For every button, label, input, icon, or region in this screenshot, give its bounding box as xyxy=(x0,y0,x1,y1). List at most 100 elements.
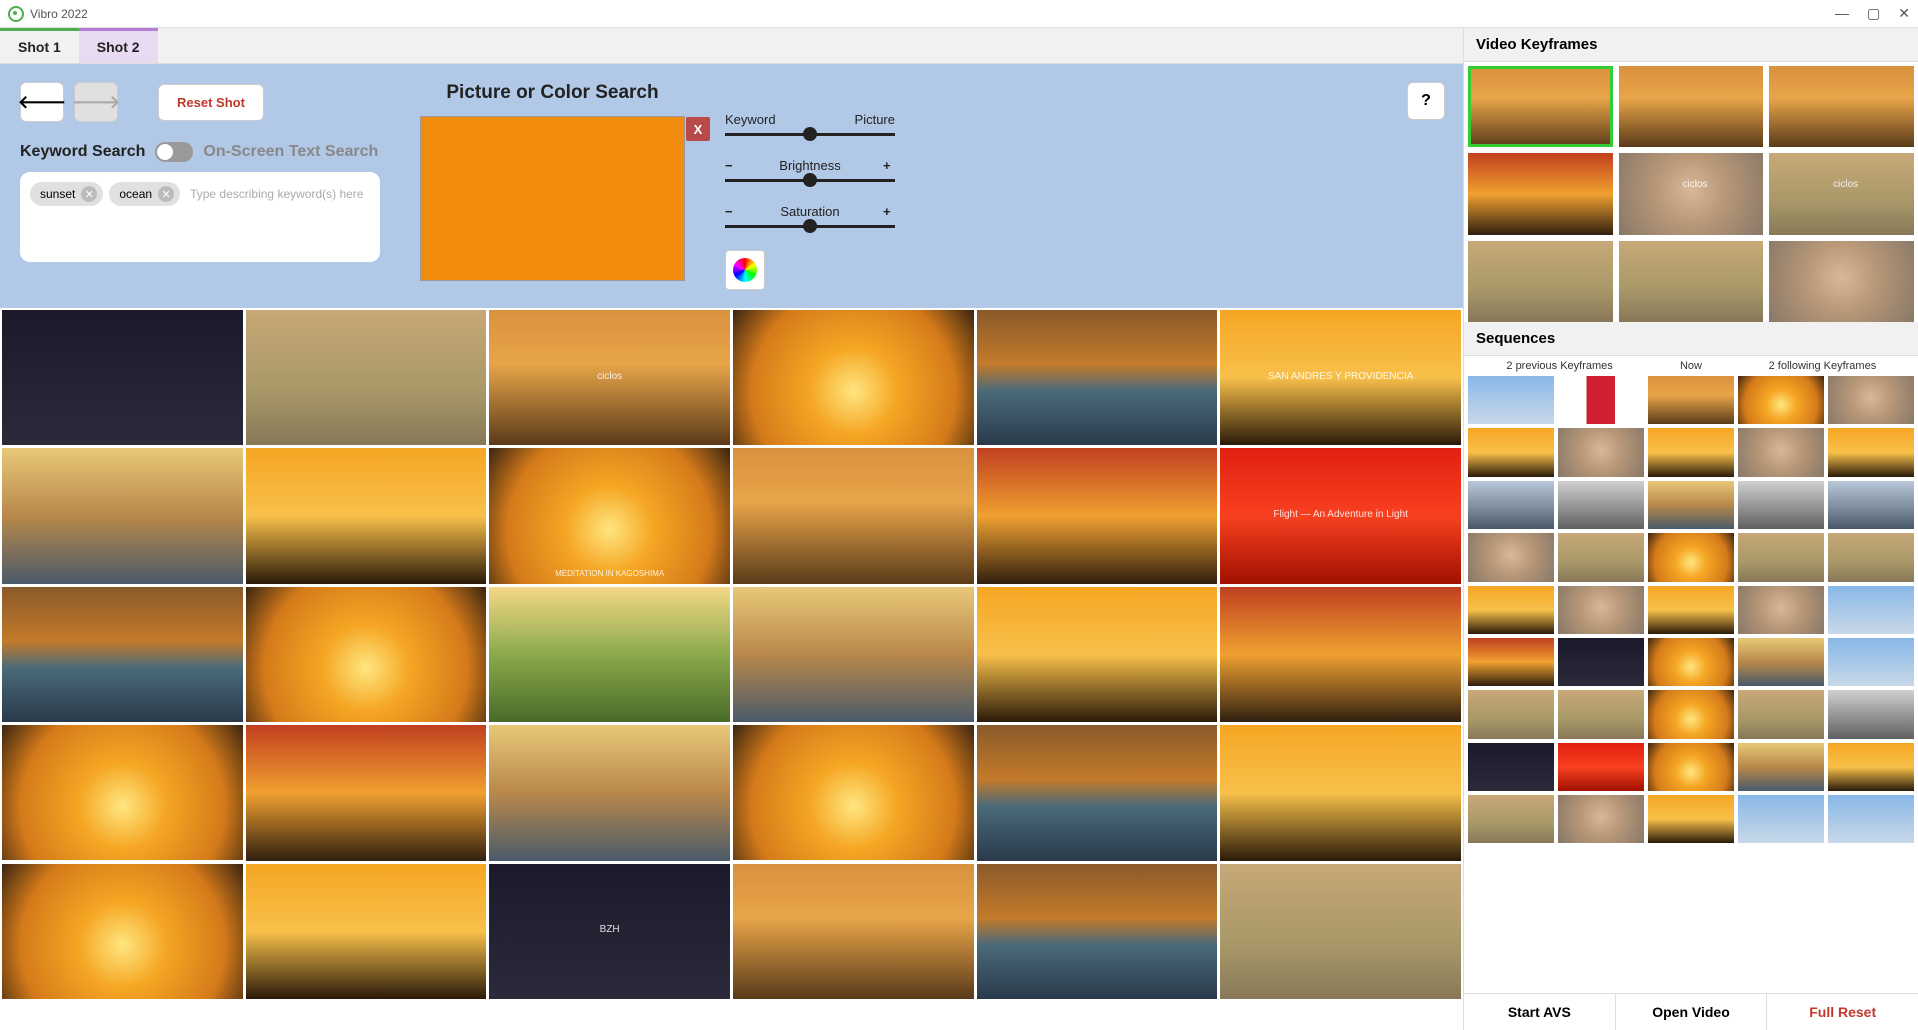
keyword-input[interactable]: sunset ✕ ocean ✕ Type describing keyword… xyxy=(20,172,380,262)
search-mode-toggle[interactable] xyxy=(155,142,193,162)
result-thumb[interactable] xyxy=(2,587,243,722)
sequence-thumb[interactable] xyxy=(1558,481,1644,529)
sequence-thumb[interactable] xyxy=(1828,638,1914,686)
sequence-thumb[interactable] xyxy=(1558,376,1644,424)
keyframe-thumb[interactable]: ciclos xyxy=(1619,66,1764,147)
result-thumb[interactable] xyxy=(2,725,243,860)
sequence-thumb[interactable] xyxy=(1738,428,1824,476)
sequence-thumb[interactable] xyxy=(1468,481,1554,529)
result-thumb[interactable] xyxy=(977,725,1218,860)
sequence-thumb[interactable] xyxy=(1738,795,1824,843)
tag-remove-icon[interactable]: ✕ xyxy=(81,186,97,202)
results-scroll[interactable]: ciclos SAN ANDRES Y PROVIDENCIA MEDITATION… xyxy=(0,308,1463,1030)
sequence-thumb[interactable] xyxy=(1468,586,1554,634)
sequence-thumb[interactable] xyxy=(1738,638,1824,686)
result-thumb[interactable] xyxy=(489,587,730,722)
tab-shot-1[interactable]: Shot 1 xyxy=(0,28,79,63)
result-thumb[interactable] xyxy=(2,310,243,445)
result-thumb[interactable] xyxy=(733,725,974,860)
sequence-thumb[interactable] xyxy=(1558,743,1644,791)
result-thumb[interactable]: ciclos xyxy=(489,310,730,445)
slider-keyword-picture[interactable]: Keyword Picture xyxy=(725,112,895,136)
keyframe-thumb[interactable] xyxy=(1468,241,1613,322)
sequence-thumb[interactable] xyxy=(1738,690,1824,738)
start-avs-button[interactable]: Start AVS xyxy=(1464,994,1616,1030)
sequence-thumb[interactable] xyxy=(1738,586,1824,634)
result-thumb[interactable] xyxy=(1220,725,1461,860)
sequence-thumb[interactable] xyxy=(1558,795,1644,843)
result-thumb[interactable] xyxy=(733,864,974,999)
sequence-thumb[interactable] xyxy=(1468,795,1554,843)
sequence-thumb[interactable] xyxy=(1648,533,1734,581)
sequence-thumb[interactable] xyxy=(1648,428,1734,476)
sequence-thumb[interactable] xyxy=(1828,795,1914,843)
keyframe-thumb[interactable] xyxy=(1468,153,1613,234)
result-thumb[interactable] xyxy=(2,864,243,999)
sequence-thumb[interactable] xyxy=(1468,743,1554,791)
keyframe-thumb[interactable]: ciclos xyxy=(1468,66,1613,147)
result-thumb[interactable] xyxy=(489,725,730,860)
result-thumb[interactable] xyxy=(2,448,243,583)
keyframes-scroll[interactable]: ciclosciclos xyxy=(1464,62,1918,322)
sequence-thumb[interactable] xyxy=(1828,586,1914,634)
sequence-thumb[interactable] xyxy=(1738,743,1824,791)
keyframe-thumb[interactable] xyxy=(1769,241,1914,322)
sequence-thumb[interactable] xyxy=(1828,743,1914,791)
swatch-close-button[interactable]: X xyxy=(686,117,710,141)
result-thumb[interactable] xyxy=(977,310,1218,445)
sequence-thumb[interactable] xyxy=(1468,638,1554,686)
result-thumb[interactable] xyxy=(246,587,487,722)
result-thumb[interactable] xyxy=(977,448,1218,583)
color-picker-button[interactable] xyxy=(725,250,765,290)
keyframe-thumb[interactable] xyxy=(1619,241,1764,322)
keyframe-thumb[interactable] xyxy=(1619,153,1764,234)
sequence-thumb[interactable] xyxy=(1648,586,1734,634)
result-thumb[interactable]: MEDITATION IN KAGOSHIMA xyxy=(489,448,730,583)
sequence-thumb[interactable] xyxy=(1558,533,1644,581)
result-thumb[interactable]: SAN ANDRES Y PROVIDENCIA xyxy=(1220,310,1461,445)
sequence-thumb[interactable] xyxy=(1648,376,1734,424)
result-thumb[interactable] xyxy=(733,448,974,583)
result-thumb[interactable] xyxy=(977,864,1218,999)
sequence-thumb[interactable] xyxy=(1648,690,1734,738)
open-video-button[interactable]: Open Video xyxy=(1616,994,1768,1030)
sequence-thumb[interactable] xyxy=(1558,690,1644,738)
reset-shot-button[interactable]: Reset Shot xyxy=(158,84,264,121)
result-thumb[interactable] xyxy=(246,448,487,583)
sequence-thumb[interactable] xyxy=(1828,481,1914,529)
slider-saturation[interactable]: − Saturation + xyxy=(725,204,895,228)
result-thumb[interactable] xyxy=(246,310,487,445)
sequence-thumb[interactable] xyxy=(1828,376,1914,424)
result-thumb[interactable] xyxy=(1220,587,1461,722)
sequence-thumb[interactable] xyxy=(1468,533,1554,581)
sequence-thumb[interactable] xyxy=(1468,376,1554,424)
nav-back-button[interactable]: 🡐 xyxy=(20,82,64,122)
result-thumb[interactable] xyxy=(246,864,487,999)
keyframe-thumb[interactable] xyxy=(1769,153,1914,234)
tag-remove-icon[interactable]: ✕ xyxy=(158,186,174,202)
result-thumb[interactable] xyxy=(733,310,974,445)
slider-thumb[interactable] xyxy=(803,173,817,187)
sequence-thumb[interactable] xyxy=(1558,586,1644,634)
result-thumb[interactable] xyxy=(733,587,974,722)
sequence-thumb[interactable] xyxy=(1648,795,1734,843)
result-thumb[interactable] xyxy=(246,725,487,860)
color-swatch[interactable]: X xyxy=(420,116,685,281)
result-thumb[interactable] xyxy=(977,587,1218,722)
sequence-thumb[interactable] xyxy=(1828,428,1914,476)
sequence-thumb[interactable] xyxy=(1558,428,1644,476)
sequence-thumb[interactable] xyxy=(1828,533,1914,581)
result-thumb[interactable]: Flight — An Adventure in Light xyxy=(1220,448,1461,583)
slider-thumb[interactable] xyxy=(803,127,817,141)
sequence-thumb[interactable] xyxy=(1648,743,1734,791)
help-button[interactable]: ? xyxy=(1407,82,1445,120)
window-minimize-icon[interactable]: — xyxy=(1835,5,1849,22)
sequence-thumb[interactable] xyxy=(1558,638,1644,686)
sequence-thumb[interactable] xyxy=(1468,428,1554,476)
slider-brightness[interactable]: − Brightness + xyxy=(725,158,895,182)
result-thumb[interactable]: BZH xyxy=(489,864,730,999)
sequence-thumb[interactable] xyxy=(1648,481,1734,529)
full-reset-button[interactable]: Full Reset xyxy=(1767,994,1918,1030)
result-thumb[interactable] xyxy=(1220,864,1461,999)
sequence-thumb[interactable] xyxy=(1828,690,1914,738)
